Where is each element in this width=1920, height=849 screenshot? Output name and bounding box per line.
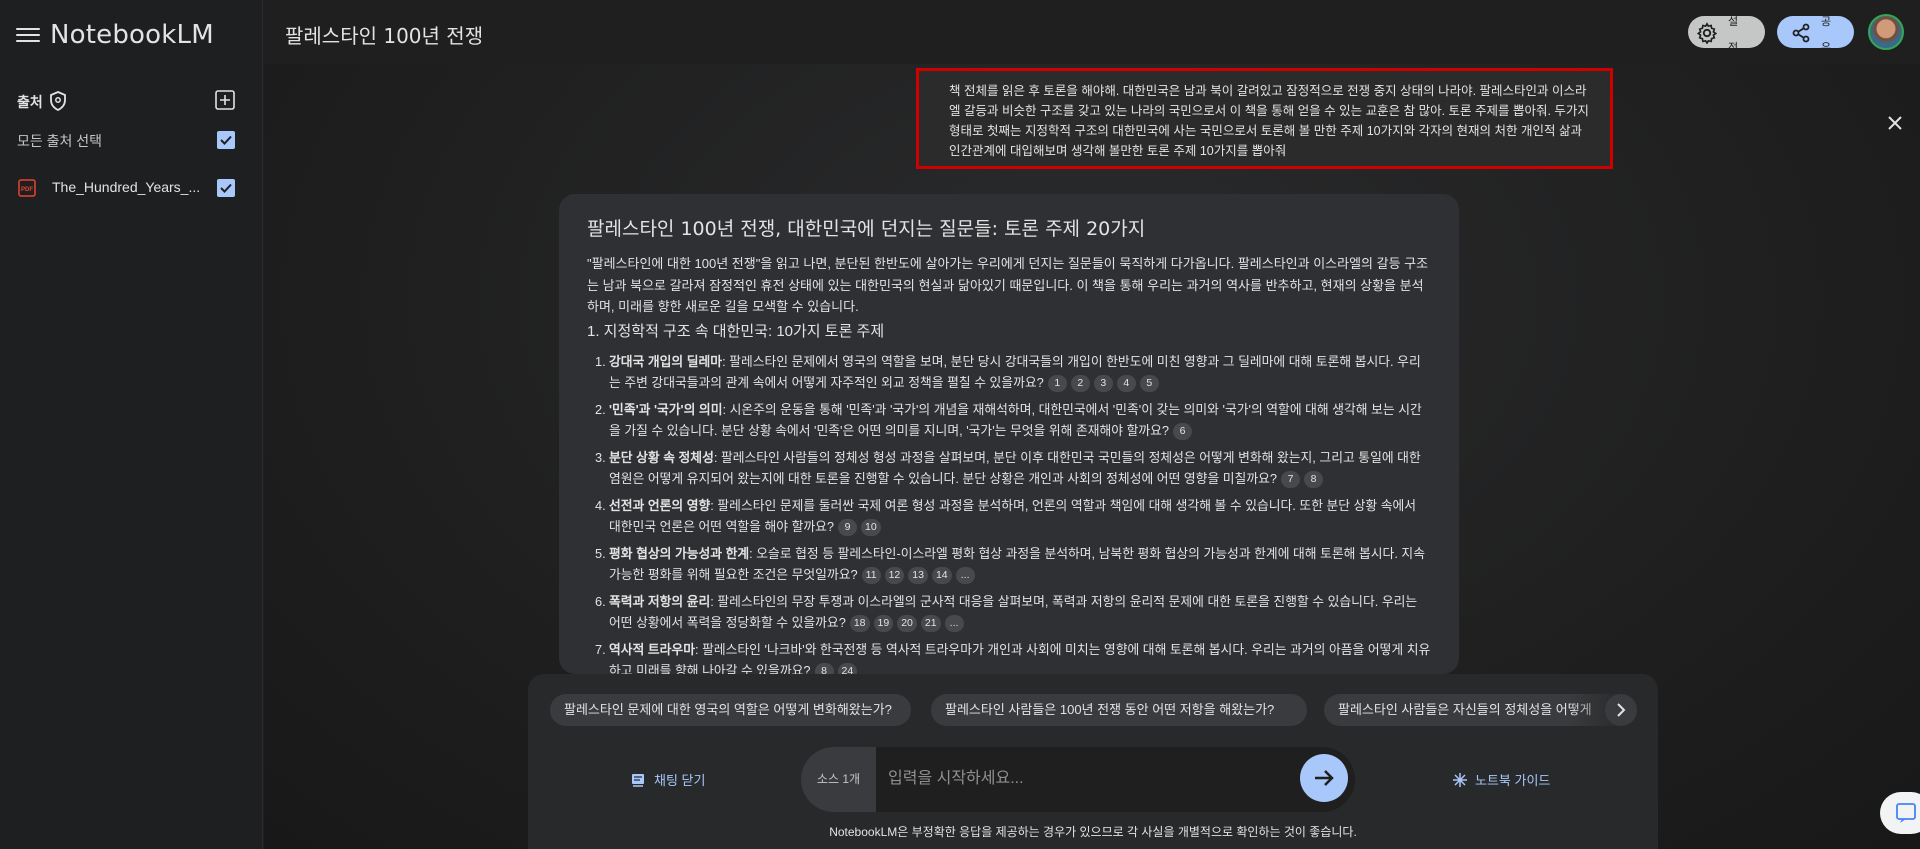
avatar[interactable] xyxy=(1868,14,1904,50)
topic-text: : 팔레스타인 문제를 둘러싼 국제 여론 형성 과정을 분석하며, 언론의 역… xyxy=(609,497,1417,535)
source-count-badge[interactable]: 소스 1개 xyxy=(801,747,876,812)
gear-icon xyxy=(1696,22,1718,44)
section-heading: 1. 지정학적 구조 속 대한민국: 10가지 토론 주제 xyxy=(587,322,885,340)
app-title: NotebookLM xyxy=(50,20,214,50)
topic-heading: 분단 상황 속 정체성 xyxy=(609,449,714,465)
topic-item: 6. 폭력과 저항의 윤리: 팔레스타인의 무장 투쟁과 이스라엘의 군사적 대… xyxy=(595,591,1431,634)
citation-chip[interactable]: 8 xyxy=(1304,471,1323,489)
user-message: 책 전체를 읽은 후 토론을 해야해. 대한민국은 남과 북이 갈려있고 잠정적… xyxy=(916,68,1613,169)
chat-icon xyxy=(632,773,644,787)
svg-text:PDF: PDF xyxy=(21,187,33,193)
chat-input[interactable] xyxy=(888,759,1278,799)
topic-number: 4. xyxy=(595,497,606,513)
topic-heading: 강대국 개입의 딜레마 xyxy=(609,353,723,369)
settings-label: 설정 xyxy=(1728,16,1739,54)
topic-item: 1. 강대국 개입의 딜레마: 팔레스타인 문제에서 영국의 역할을 보며, 분… xyxy=(595,351,1431,394)
close-chat-button[interactable]: 채팅 닫기 xyxy=(630,770,705,789)
pdf-icon: PDF xyxy=(18,179,36,197)
share-label: 공유 xyxy=(1821,16,1832,54)
settings-button[interactable]: 설정 xyxy=(1688,16,1765,54)
check-icon xyxy=(220,135,232,145)
citation-chip[interactable]: 24 xyxy=(837,663,858,674)
topic-number: 1. xyxy=(595,353,606,369)
arrow-right-icon xyxy=(1315,770,1334,786)
menu-icon[interactable] xyxy=(16,24,40,48)
citation-chip[interactable]: 11 xyxy=(861,567,881,585)
citation-chip[interactable]: ... xyxy=(944,615,964,633)
topic-heading: '민족'과 '국가'의 의미 xyxy=(609,401,723,417)
topic-item: 7. 역사적 트라우마: 팔레스타인 '나크바'와 한국전쟁 등 역사적 트라우… xyxy=(595,639,1431,675)
citation-chip[interactable]: 5 xyxy=(1139,375,1159,393)
topic-number: 3. xyxy=(595,449,606,465)
topic-item: 5. 평화 협상의 가능성과 한계: 오슬로 협정 등 팔레스타인-이스라엘 평… xyxy=(595,543,1431,586)
topic-number: 5. xyxy=(595,545,606,561)
citation-chip[interactable]: 8 xyxy=(814,663,834,674)
citation-chip[interactable]: 9 xyxy=(838,519,858,537)
feedback-icon xyxy=(1896,803,1916,823)
select-all-checkbox[interactable] xyxy=(217,131,235,149)
topic-item: 3. 분단 상황 속 정체성: 팔레스타인 사람들의 정체성 형성 과정을 살펴… xyxy=(595,447,1431,490)
topic-list: 1. 강대국 개입의 딜레마: 팔레스타인 문제에서 영국의 역할을 보며, 분… xyxy=(587,351,1431,675)
topic-text: : 팔레스타인의 무장 투쟁과 이스라엘의 군사적 대응을 살펴보며, 폭력과 … xyxy=(609,593,1418,631)
citation-chip[interactable]: 4 xyxy=(1116,375,1136,393)
topic-heading: 역사적 트라우마 xyxy=(609,641,695,657)
shield-icon[interactable] xyxy=(49,91,67,111)
sidebar: NotebookLM 출처 모든 출처 선택 PDF The_Hundred_Y… xyxy=(0,0,263,849)
topic-heading: 평화 협상의 가능성과 한계 xyxy=(609,545,750,561)
topic-text: : 팔레스타인 문제에서 영국의 역할을 보며, 분단 당시 강대국들의 개입이… xyxy=(609,353,1421,391)
topic-number: 6. xyxy=(595,593,606,609)
citation-chip[interactable]: 18 xyxy=(849,615,870,633)
suggestions-next-button[interactable] xyxy=(1605,694,1637,726)
topic-number: 2. xyxy=(595,401,606,417)
sparkle-icon xyxy=(1453,772,1467,787)
response-card: 팔레스타인 100년 전쟁, 대한민국에 던지는 질문들: 토론 주제 20가지… xyxy=(559,194,1459,674)
suggestion-chip[interactable]: 팔레스타인 사람들은 100년 전쟁 동안 어떤 저항을 해왔는가? xyxy=(931,694,1307,726)
topic-text: : 시온주의 운동을 통해 '민족'과 '국가'의 개념을 재해석하며, 대한민… xyxy=(609,401,1422,439)
topic-heading: 폭력과 저항의 윤리 xyxy=(609,593,711,609)
disclaimer: NotebookLM은 부정확한 응답을 제공하는 경우가 있으므로 각 사실을… xyxy=(829,825,1357,839)
response-intro: "팔레스타인에 대한 100년 전쟁"을 읽고 나면, 분단된 한반도에 살아가… xyxy=(587,256,1429,314)
check-icon xyxy=(220,183,232,193)
topic-text: : 팔레스타인 '나크바'와 한국전쟁 등 역사적 트라우마가 개인과 사회에 … xyxy=(609,641,1431,675)
citation-chip[interactable]: 2 xyxy=(1070,375,1090,393)
citation-chip[interactable]: 13 xyxy=(908,567,928,585)
share-icon xyxy=(1792,23,1810,43)
sources-header: 출처 xyxy=(17,94,43,110)
citation-chip[interactable]: 21 xyxy=(920,615,941,633)
citation-chip[interactable]: 14 xyxy=(931,567,952,585)
citation-chip[interactable]: 10 xyxy=(861,519,881,537)
suggestion-chip[interactable]: 팔레스타인 문제에 대한 영국의 역할은 어떻게 변화해왔는가? xyxy=(550,694,911,726)
notebook-title[interactable]: 팔레스타인 100년 전쟁 xyxy=(285,20,483,49)
source-checkbox[interactable] xyxy=(217,179,235,197)
topic-item: 2. '민족'과 '국가'의 의미: 시온주의 운동을 통해 '민족'과 '국가… xyxy=(595,399,1431,442)
close-chat-label: 채팅 닫기 xyxy=(654,773,706,788)
topic-number: 7. xyxy=(595,641,606,657)
add-source-icon[interactable] xyxy=(215,90,235,110)
source-item-name[interactable]: The_Hundred_Years_... xyxy=(52,179,202,195)
share-button[interactable]: 공유 xyxy=(1777,16,1854,54)
citation-chip[interactable]: 12 xyxy=(884,567,905,585)
select-all-label: 모든 출처 선택 xyxy=(17,133,103,149)
topic-item: 4. 선전과 언론의 영향: 팔레스타인 문제를 둘러싼 국제 여론 형성 과정… xyxy=(595,495,1431,538)
close-icon[interactable] xyxy=(1885,113,1905,133)
topic-heading: 선전과 언론의 영향 xyxy=(609,497,711,513)
chat-panel: 팔레스타인 문제에 대한 영국의 역할은 어떻게 변화해왔는가? 팔레스타인 사… xyxy=(528,674,1658,849)
notebook-guide-label: 노트북 가이드 xyxy=(1475,773,1551,788)
citation-chip[interactable]: 3 xyxy=(1093,375,1113,393)
citation-chip[interactable]: 7 xyxy=(1281,471,1300,489)
response-title: 팔레스타인 100년 전쟁, 대한민국에 던지는 질문들: 토론 주제 20가지 xyxy=(587,218,1146,240)
citation-chip[interactable]: 19 xyxy=(873,615,894,633)
citation-chip[interactable]: 6 xyxy=(1173,423,1193,441)
citation-chip[interactable]: ... xyxy=(955,567,975,585)
chevron-right-icon xyxy=(1617,703,1626,717)
feedback-button[interactable] xyxy=(1880,792,1920,834)
citation-chip[interactable]: 1 xyxy=(1047,375,1067,393)
notebook-guide-button[interactable]: 노트북 가이드 xyxy=(1453,770,1550,789)
send-button[interactable] xyxy=(1300,754,1348,802)
chat-input-container: 소스 1개 xyxy=(801,747,1355,812)
citation-chip[interactable]: 20 xyxy=(897,615,917,633)
